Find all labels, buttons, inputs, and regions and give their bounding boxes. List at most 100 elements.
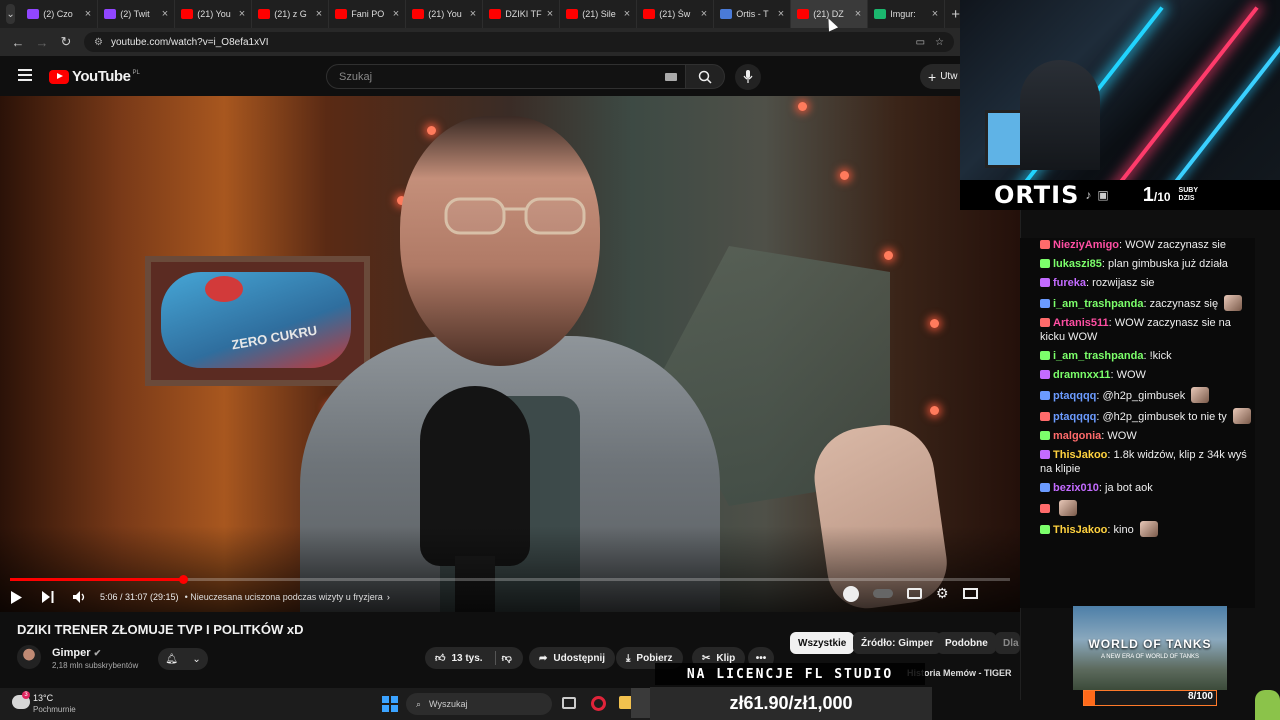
browser-tab[interactable]: (2) Twit × — [98, 0, 176, 28]
channel-name[interactable]: Gimper ✔ — [52, 647, 101, 659]
chat-text: @h2p_gimbusek — [1102, 390, 1186, 402]
chat-username[interactable]: Artanis511 — [1053, 317, 1109, 329]
address-bar[interactable]: ⚙ youtube.com/watch?v=i_O8efa1xVI ▭ ☆ — [84, 32, 954, 52]
tab-close-icon[interactable]: × — [162, 8, 168, 20]
weather-condition[interactable]: Pochmurnie — [33, 705, 76, 714]
reload-icon[interactable]: ↻ — [54, 34, 78, 50]
like-button[interactable]: 👍︎ 13 tys. 👎︎ — [425, 647, 523, 669]
chip-similar[interactable]: Podobne — [937, 632, 996, 654]
chat-badge-icon — [1040, 431, 1050, 440]
taskbar-search[interactable]: ⌕ Wyszukaj — [406, 693, 552, 715]
chat-username[interactable]: i_am_trashpanda — [1053, 350, 1143, 362]
browser-tab[interactable]: (21) You × — [406, 0, 484, 28]
youtube-logo[interactable]: YouTube PL — [49, 68, 140, 85]
subscriber-count: 2,18 mln subskrybentów — [52, 661, 139, 670]
chat-badge-icon — [1040, 318, 1050, 327]
browser-tab[interactable]: (21) z G × — [252, 0, 330, 28]
tab-close-icon[interactable]: × — [393, 8, 399, 20]
tab-close-icon[interactable]: × — [547, 8, 553, 20]
chat-text: WOW — [1116, 369, 1146, 381]
chat-username[interactable]: ptaqqqq — [1053, 390, 1096, 402]
menu-icon[interactable] — [18, 69, 32, 81]
person-head — [400, 116, 600, 366]
tab-close-icon[interactable]: × — [624, 8, 630, 20]
chapter-title[interactable]: • Nieuczesana uciszona podczas wizyty u … — [185, 592, 383, 602]
tab-favicon-icon — [489, 9, 502, 19]
channel-avatar[interactable] — [17, 645, 41, 669]
chat-username[interactable]: ThisJakoo — [1053, 524, 1107, 536]
tab-title: Fani PO — [351, 9, 385, 19]
opera-browser-icon[interactable] — [591, 696, 606, 711]
forward-arrow-icon[interactable]: → — [30, 35, 54, 50]
chat-username[interactable]: NieziyAmigo — [1053, 239, 1119, 251]
browser-tab[interactable]: (21) You × — [175, 0, 253, 28]
bookmark-star-icon[interactable]: ☆ — [935, 37, 944, 48]
back-arrow-icon[interactable]: ← — [6, 35, 30, 50]
chip-all[interactable]: Wszystkie — [790, 632, 855, 654]
chip-next[interactable]: Dla — [995, 632, 1020, 654]
play-button[interactable] — [0, 590, 32, 604]
tab-close-icon[interactable]: × — [239, 8, 245, 20]
windows-start-icon[interactable] — [382, 696, 398, 712]
cast-icon[interactable]: ▭ — [916, 37, 925, 48]
weather-temperature[interactable]: 13°C — [33, 693, 53, 703]
settings-gear-icon[interactable]: ⚙ — [936, 585, 949, 602]
notifications-button[interactable]: 🔔︎ ⌄ — [158, 648, 208, 670]
tab-close-icon[interactable]: × — [778, 8, 784, 20]
chip-source[interactable]: Źródło: Gimper — [853, 632, 942, 654]
new-tab-button[interactable]: + — [951, 6, 960, 23]
tabs-container: (2) Czo × (2) Twit × (21) You × (21) z G × Fani … — [21, 0, 946, 28]
chat-username[interactable]: malgonia — [1053, 430, 1101, 442]
tab-close-icon[interactable]: × — [701, 8, 707, 20]
neon-light — [1150, 6, 1280, 180]
sponsor-shield-icon[interactable] — [843, 585, 859, 602]
autoplay-toggle[interactable] — [873, 589, 893, 598]
energy-drink-poster: ZERO CUKRU — [145, 256, 370, 386]
chevron-right-icon[interactable]: › — [387, 592, 390, 602]
search-button[interactable] — [685, 64, 725, 89]
chat-username[interactable]: dramnxx11 — [1053, 369, 1110, 381]
tab-favicon-icon — [643, 9, 656, 19]
chat-message: Artanis511: WOW zaczynasz sie na kicku W… — [1040, 316, 1255, 344]
share-button[interactable]: ➦ Udostępnij — [529, 647, 616, 669]
chat-username[interactable]: ThisJakoo — [1053, 449, 1107, 461]
chat-badge-icon — [1040, 278, 1050, 287]
chat-username[interactable]: bezix010 — [1053, 482, 1099, 494]
browser-tab[interactable]: Fani PO × — [329, 0, 407, 28]
browser-tab[interactable]: Ortis - T × — [714, 0, 792, 28]
chat-message: ThisJakoo: 1.8k widzów, klip z 34k wyś n… — [1040, 448, 1255, 476]
browser-tab[interactable]: (2) Czo × — [21, 0, 99, 28]
browser-tab[interactable]: DZIKI TF × — [483, 0, 561, 28]
tab-search-menu-button[interactable]: ⌄ — [6, 4, 16, 24]
chat-username[interactable]: i_am_trashpanda — [1053, 298, 1143, 310]
chat-username[interactable]: lukaszi85 — [1053, 258, 1102, 270]
voice-search-button[interactable] — [735, 64, 761, 90]
subtitles-icon[interactable] — [907, 588, 922, 599]
tab-close-icon[interactable]: × — [470, 8, 476, 20]
player-right-controls: ⚙ — [843, 585, 978, 602]
chat-badge-icon — [1040, 483, 1050, 492]
thumbs-down-icon[interactable]: 👎︎ — [502, 652, 512, 664]
browser-tab[interactable]: (21) Sile × — [560, 0, 638, 28]
task-view-icon[interactable] — [562, 697, 576, 709]
tab-close-icon[interactable]: × — [932, 8, 938, 20]
active-app-icon[interactable] — [631, 688, 650, 718]
tab-close-icon[interactable]: × — [855, 8, 861, 20]
video-player[interactable]: ZERO CUKRU — [0, 96, 1020, 612]
site-info-icon[interactable]: ⚙ — [94, 37, 103, 48]
chat-username[interactable]: ptaqqqq — [1053, 411, 1096, 423]
tab-close-icon[interactable]: × — [316, 8, 322, 20]
chat-username[interactable]: fureka — [1053, 277, 1086, 289]
tab-favicon-icon — [797, 9, 810, 19]
next-button[interactable] — [32, 591, 64, 603]
tab-title: DZIKI TF — [505, 9, 542, 19]
chat-emote-icon — [1191, 387, 1210, 403]
volume-button[interactable] — [64, 591, 96, 603]
keyboard-icon[interactable] — [665, 72, 677, 81]
miniplayer-icon[interactable] — [962, 588, 978, 599]
browser-tab[interactable]: (21) Św × — [637, 0, 715, 28]
browser-tab[interactable]: Imgur: × — [868, 0, 946, 28]
tab-close-icon[interactable]: × — [85, 8, 91, 20]
search-input[interactable]: Szukaj — [326, 64, 686, 89]
neon-light — [1095, 6, 1259, 180]
